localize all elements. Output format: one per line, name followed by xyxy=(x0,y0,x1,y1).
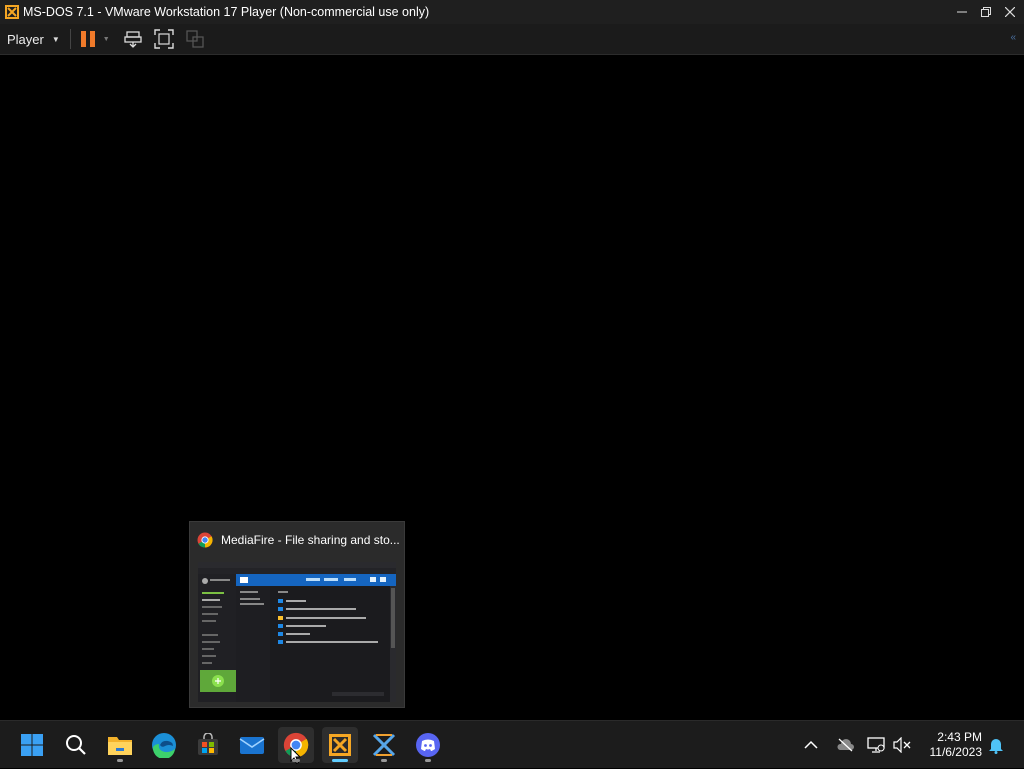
unity-button[interactable] xyxy=(182,26,208,52)
chrome-icon xyxy=(197,532,213,548)
onedrive-offline-icon xyxy=(837,738,854,752)
vmware-player-icon xyxy=(5,5,19,19)
window-title: MS-DOS 7.1 - VMware Workstation 17 Playe… xyxy=(23,5,430,19)
mouse-cursor-icon xyxy=(290,747,302,765)
preview-header: MediaFire - File sharing and sto... xyxy=(190,522,404,558)
volume-muted-icon xyxy=(893,737,911,753)
unity-icon xyxy=(186,30,204,48)
running-indicator xyxy=(292,759,300,762)
taskbar-app-edge[interactable] xyxy=(146,727,182,763)
file-explorer-icon xyxy=(108,737,132,755)
xming-icon xyxy=(372,733,396,757)
discord-icon xyxy=(416,733,440,757)
taskbar-app-vmware-player[interactable] xyxy=(322,727,358,763)
tray-network[interactable] xyxy=(867,721,885,769)
close-button[interactable] xyxy=(998,0,1022,24)
taskbar-app-mail[interactable] xyxy=(234,727,270,763)
clock-date: 11/6/2023 xyxy=(929,745,983,759)
microsoft-store-icon xyxy=(198,733,218,755)
taskbar-app-discord[interactable] xyxy=(410,727,446,763)
running-indicator xyxy=(381,759,387,762)
edge-icon xyxy=(152,733,176,758)
taskbar-app-file-explorer[interactable] xyxy=(102,727,138,763)
fullscreen-button[interactable] xyxy=(151,26,177,52)
notification-bell-icon xyxy=(989,739,1003,754)
pause-icon[interactable] xyxy=(80,31,95,47)
start-button[interactable] xyxy=(14,727,50,763)
collapse-toolbar-icon[interactable]: « xyxy=(1010,32,1016,43)
preview-thumbnail xyxy=(198,562,396,702)
active-indicator xyxy=(332,759,348,762)
vm-display[interactable] xyxy=(0,56,1024,720)
mail-icon xyxy=(239,737,265,754)
vmware-toolbar: Player ▼ ▼ « xyxy=(0,24,1024,55)
minimize-icon xyxy=(957,11,967,13)
toolbar-divider xyxy=(69,29,71,49)
chevron-up-icon xyxy=(804,740,818,749)
notifications-button[interactable] xyxy=(988,721,1004,769)
fullscreen-icon xyxy=(154,29,174,49)
restore-button[interactable] xyxy=(974,0,998,24)
vmware-player-icon xyxy=(329,734,351,756)
windows-start-icon xyxy=(21,734,43,756)
pause-dropdown-icon[interactable]: ▼ xyxy=(103,36,110,43)
show-hidden-icons-button[interactable] xyxy=(804,721,818,769)
player-menu-label: Player xyxy=(7,31,44,47)
running-indicator xyxy=(425,759,431,762)
player-menu-button[interactable]: Player ▼ xyxy=(0,24,60,54)
windows-taskbar: 2:43 PM 11/6/2023 xyxy=(0,720,1024,768)
tray-volume[interactable] xyxy=(893,721,911,769)
restore-icon xyxy=(981,7,991,17)
taskbar-clock[interactable]: 2:43 PM 11/6/2023 xyxy=(930,730,983,760)
mediafire-page-thumbnail xyxy=(198,562,396,702)
clock-time: 2:43 PM xyxy=(937,730,982,744)
title-bar: MS-DOS 7.1 - VMware Workstation 17 Playe… xyxy=(0,0,1024,24)
tray-onedrive[interactable] xyxy=(836,721,854,769)
minimize-button[interactable] xyxy=(950,0,974,24)
close-icon xyxy=(1005,7,1015,17)
search-icon xyxy=(66,735,86,755)
preview-title: MediaFire - File sharing and sto... xyxy=(221,533,400,547)
chevron-down-icon: ▼ xyxy=(51,34,60,44)
send-ctrl-alt-del-button[interactable] xyxy=(120,26,146,52)
taskbar-thumbnail-preview[interactable]: MediaFire - File sharing and sto... xyxy=(189,521,405,708)
send-ctrl-alt-del-icon xyxy=(124,31,142,48)
taskbar-app-chrome[interactable] xyxy=(278,727,314,765)
network-icon xyxy=(867,737,885,753)
taskbar-search-button[interactable] xyxy=(58,727,94,763)
taskbar-app-microsoft-store[interactable] xyxy=(190,727,226,763)
running-indicator xyxy=(117,759,123,762)
taskbar-app-xming[interactable] xyxy=(366,727,402,763)
